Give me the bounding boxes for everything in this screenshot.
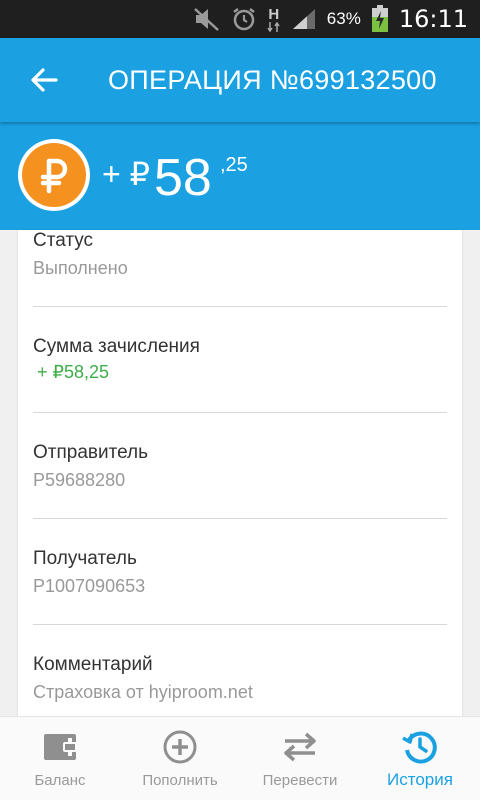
- detail-label: Комментарий: [33, 654, 153, 675]
- nav-item-history[interactable]: История: [360, 717, 480, 800]
- back-button[interactable]: [24, 60, 64, 100]
- detail-value: Страховка от hyiproom.net: [33, 682, 253, 702]
- amount-fraction: ,25: [220, 154, 248, 176]
- nav-label: Перевести: [262, 772, 338, 789]
- battery-percent: 63%: [326, 9, 361, 28]
- detail-value: P59688280: [33, 470, 126, 490]
- app-bar: ОПЕРАЦИЯ №699132500: [0, 38, 480, 122]
- clock: 16:11: [398, 5, 468, 33]
- operation-details-card: Статус Выполнено Сумма зачисления + ₽58,…: [18, 230, 462, 716]
- ruble-coin-icon: [18, 139, 90, 211]
- detail-label: Статус: [33, 230, 94, 251]
- divider: [33, 518, 447, 519]
- detail-label: Отправитель: [33, 442, 149, 463]
- nav-item-balance[interactable]: Баланс: [0, 717, 120, 800]
- transfer-icon: [280, 727, 320, 767]
- bottom-navigation: Баланс Пополнить Перевести История: [0, 716, 480, 800]
- detail-value: P1007090653: [33, 576, 146, 596]
- amount-sign: + ₽: [102, 156, 150, 192]
- history-icon: [400, 727, 440, 767]
- network-type-icon: H: [267, 7, 281, 32]
- network-type-label: H: [268, 5, 280, 23]
- nav-label: Пополнить: [142, 772, 218, 789]
- detail-value: + ₽58,25: [37, 362, 110, 382]
- nav-item-transfer[interactable]: Перевести: [240, 717, 360, 800]
- divider: [33, 412, 447, 413]
- nav-label: Баланс: [34, 772, 86, 789]
- detail-label: Сумма зачисления: [33, 336, 200, 357]
- battery-charging-icon: [371, 5, 389, 33]
- amount-header: + ₽ 58 ,25: [0, 122, 480, 230]
- status-bar: H 63% 16:11: [0, 0, 480, 38]
- divider: [33, 306, 447, 307]
- detail-value: Выполнено: [33, 258, 128, 278]
- page-title: ОПЕРАЦИЯ №699132500: [108, 65, 437, 95]
- alarm-icon: [231, 6, 257, 32]
- detail-label: Получатель: [33, 548, 137, 569]
- divider: [33, 624, 447, 625]
- mute-icon: [193, 6, 221, 32]
- add-circle-icon: [160, 727, 200, 767]
- back-arrow-icon: [31, 68, 58, 92]
- nav-label: История: [387, 770, 453, 789]
- signal-icon: [291, 7, 317, 31]
- amount-integer: 58: [154, 149, 212, 207]
- wallet-icon: [40, 727, 80, 767]
- nav-item-top-up[interactable]: Пополнить: [120, 717, 240, 800]
